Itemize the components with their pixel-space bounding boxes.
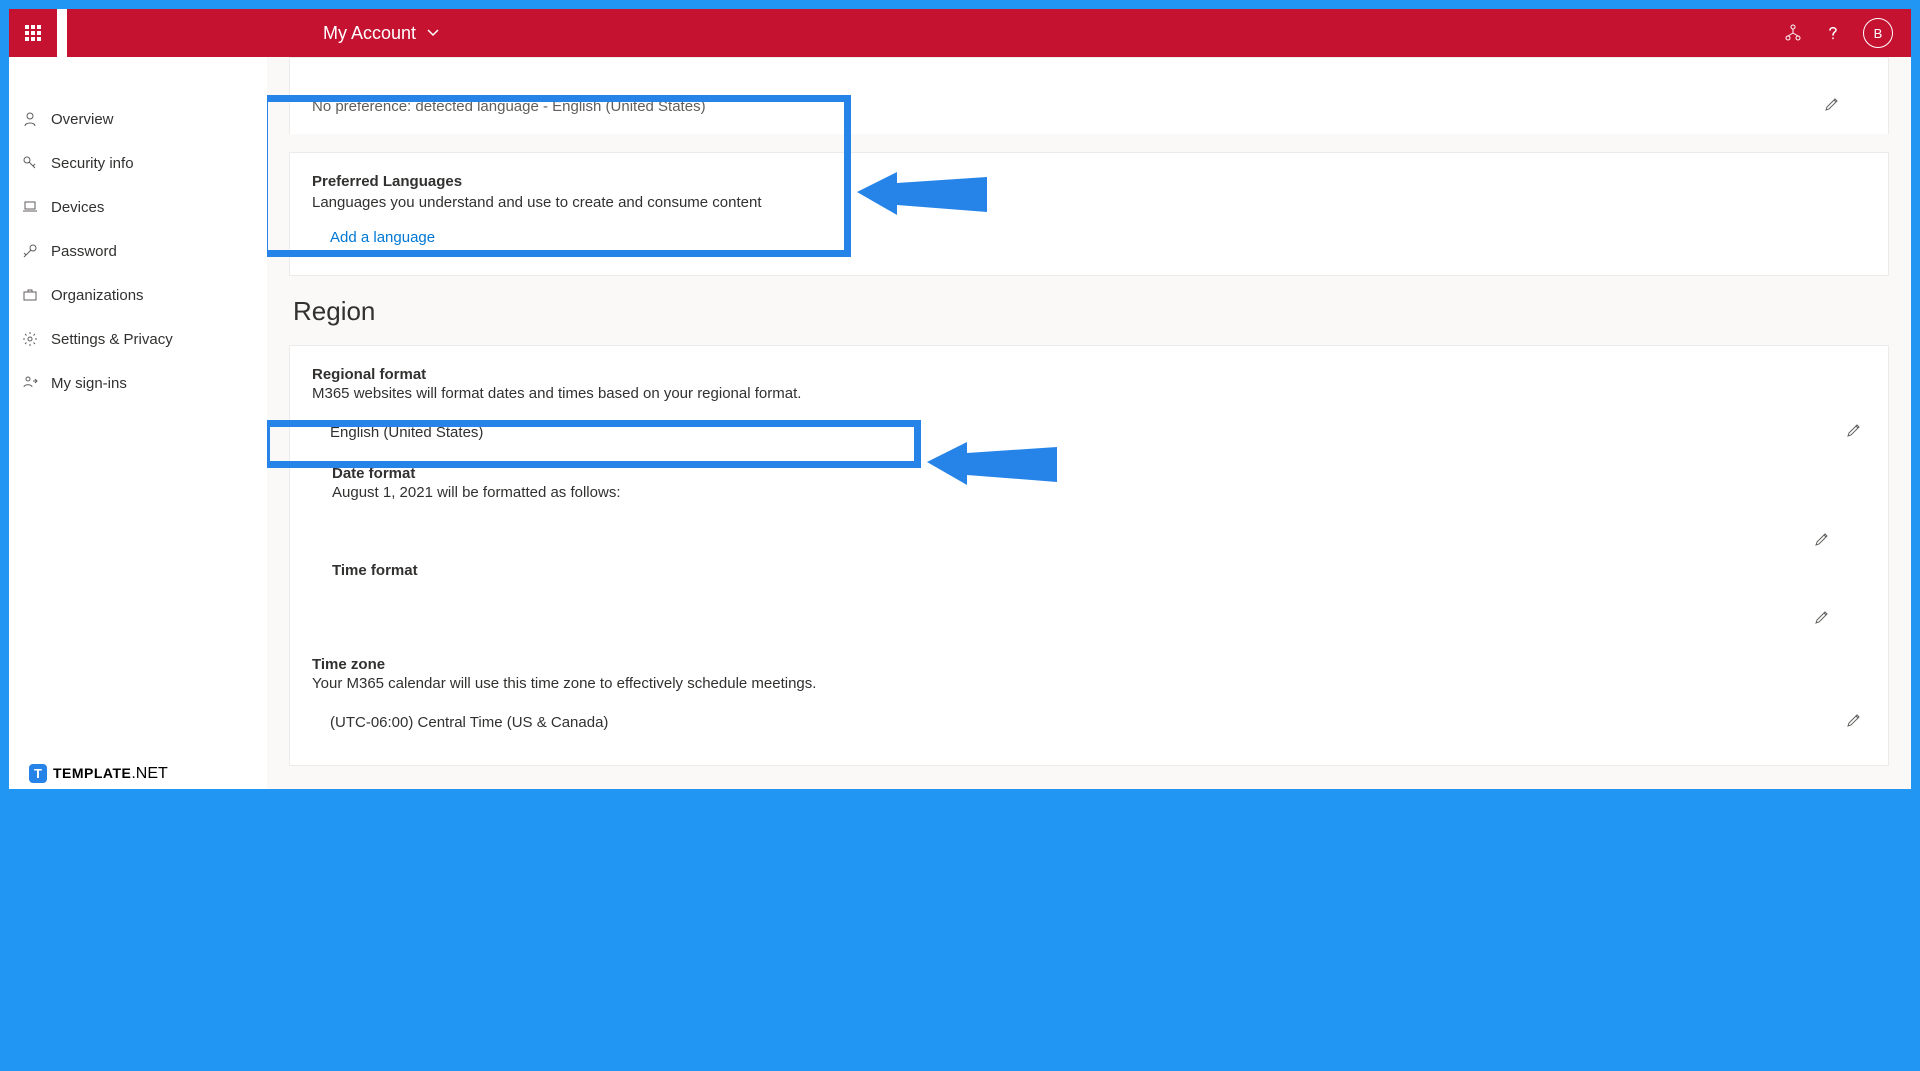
user-avatar[interactable]: B (1863, 18, 1893, 48)
time-format-title: Time format (332, 562, 1866, 579)
pref-lang-title: Preferred Languages (312, 173, 1866, 190)
org-icon[interactable] (1783, 23, 1803, 43)
gear-icon (21, 330, 39, 348)
sidebar-item-overview[interactable]: Overview (9, 97, 267, 141)
sidebar-item-security[interactable]: Security info (9, 141, 267, 185)
app-window: My Account B Overview Security info (9, 9, 1911, 789)
laptop-icon (21, 198, 39, 216)
sidebar-label: Settings & Privacy (51, 331, 173, 348)
pencil-icon (1824, 96, 1840, 112)
edit-regional-button[interactable] (1842, 418, 1866, 447)
watermark-text: TEMPLATE.NET (53, 765, 168, 783)
timezone-title: Time zone (312, 656, 1866, 673)
region-header: Region (293, 296, 1889, 327)
language-detected-card: No preference: detected language - Engli… (289, 57, 1889, 134)
regional-format-value: English (United States) (330, 424, 1842, 441)
date-format-edit-row (332, 531, 1866, 552)
time-format-block: Time format (312, 562, 1866, 630)
time-format-edit-row (332, 609, 1866, 630)
regional-format-value-row: English (United States) (312, 402, 1866, 455)
briefcase-icon (21, 286, 39, 304)
detected-language-row: No preference: detected language - Engli… (312, 78, 1866, 134)
add-language-link[interactable]: Add a language (330, 229, 435, 246)
sidebar-item-organizations[interactable]: Organizations (9, 273, 267, 317)
keylock-icon (21, 242, 39, 260)
edit-time-button[interactable] (1810, 608, 1834, 633)
topbar-actions: B (1783, 18, 1911, 48)
regional-format-title: Regional format (312, 366, 1866, 383)
date-format-desc: August 1, 2021 will be formatted as foll… (332, 484, 1866, 501)
content-area: No preference: detected language - Engli… (267, 57, 1911, 789)
timezone-block: Time zone Your M365 calendar will use th… (312, 656, 1866, 745)
sidebar-label: Overview (51, 111, 114, 128)
pref-lang-desc: Languages you understand and use to crea… (312, 194, 1866, 211)
key-icon (21, 154, 39, 172)
pencil-icon (1814, 609, 1830, 625)
watermark: T TEMPLATE.NET (29, 764, 168, 783)
sidebar: Overview Security info Devices Password … (9, 57, 267, 789)
edit-date-button[interactable] (1810, 530, 1834, 555)
detected-language-text: No preference: detected language - Engli… (312, 98, 1820, 115)
sidebar-label: Organizations (51, 287, 144, 304)
date-format-title: Date format (332, 465, 1866, 482)
top-bar: My Account B (9, 9, 1911, 57)
page-title: My Account (323, 23, 416, 44)
timezone-value: (UTC-06:00) Central Time (US & Canada) (330, 714, 1842, 731)
account-dropdown[interactable]: My Account (323, 23, 440, 44)
regional-format-block: Regional format M365 websites will forma… (312, 366, 1866, 630)
signin-icon (21, 374, 39, 392)
preferred-languages-card: Preferred Languages Languages you unders… (289, 152, 1889, 276)
main-layout: Overview Security info Devices Password … (9, 57, 1911, 789)
help-icon[interactable] (1823, 23, 1843, 43)
sidebar-label: My sign-ins (51, 375, 127, 392)
regional-format-desc: M365 websites will format dates and time… (312, 385, 1866, 402)
region-card: Regional format M365 websites will forma… (289, 345, 1889, 766)
app-launcher-button[interactable] (9, 9, 57, 57)
watermark-badge: T (29, 764, 47, 783)
timezone-desc: Your M365 calendar will use this time zo… (312, 675, 1866, 692)
sidebar-item-signins[interactable]: My sign-ins (9, 361, 267, 405)
pencil-icon (1846, 422, 1862, 438)
sidebar-label: Password (51, 243, 117, 260)
sidebar-item-devices[interactable]: Devices (9, 185, 267, 229)
pencil-icon (1846, 712, 1862, 728)
timezone-value-row: (UTC-06:00) Central Time (US & Canada) (312, 692, 1866, 745)
sidebar-label: Security info (51, 155, 134, 172)
waffle-icon (25, 25, 41, 41)
edit-timezone-button[interactable] (1842, 708, 1866, 737)
sidebar-item-password[interactable]: Password (9, 229, 267, 273)
pencil-icon (1814, 531, 1830, 547)
date-format-block: Date format August 1, 2021 will be forma… (312, 465, 1866, 552)
sidebar-item-settings[interactable]: Settings & Privacy (9, 317, 267, 361)
spacer (57, 9, 67, 57)
edit-detected-button[interactable] (1820, 92, 1844, 120)
chevron-down-icon (426, 26, 440, 40)
person-icon (21, 110, 39, 128)
sidebar-label: Devices (51, 199, 104, 216)
